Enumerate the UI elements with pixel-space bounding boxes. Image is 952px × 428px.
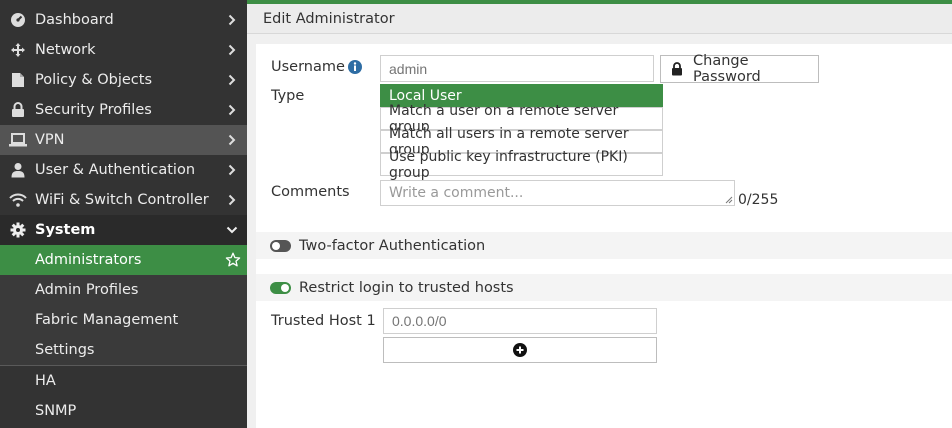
chevron-right-icon: [225, 74, 239, 86]
comments-textarea[interactable]: Write a comment...: [380, 180, 735, 206]
change-password-button[interactable]: Change Password: [660, 53, 819, 85]
sidebar-item-label: Network: [35, 42, 96, 58]
restrict-login-label: Restrict login to trusted hosts: [299, 279, 514, 296]
gear-icon: [8, 221, 28, 239]
wifi-icon: [8, 191, 28, 209]
sidebar-subitem-fabric-management[interactable]: Fabric Management: [0, 305, 247, 335]
restrict-login-section[interactable]: Restrict login to trusted hosts: [256, 274, 952, 301]
dashboard-icon: [8, 11, 28, 29]
add-trusted-host-button[interactable]: [383, 337, 657, 363]
resize-handle-icon[interactable]: [725, 196, 733, 204]
sidebar-item-label: Dashboard: [35, 12, 114, 28]
sidebar-item-system[interactable]: System: [0, 215, 247, 245]
chevron-right-icon: [225, 134, 239, 146]
change-password-label: Change Password: [693, 53, 761, 85]
chevron-down-icon: [225, 226, 239, 234]
sidebar-subitem-admin-profiles[interactable]: Admin Profiles: [0, 275, 247, 305]
trusted-host-label: Trusted Host 1: [271, 313, 376, 329]
chevron-right-icon: [225, 164, 239, 176]
plus-circle-icon: [513, 343, 527, 357]
two-factor-section[interactable]: Two-factor Authentication: [256, 232, 952, 259]
network-icon: [8, 41, 28, 59]
sidebar-item-label: User & Authentication: [35, 162, 196, 178]
type-label: Type: [271, 88, 305, 104]
sidebar-subitem-label: Admin Profiles: [35, 282, 139, 298]
sidebar-subitem-label: Fabric Management: [35, 312, 179, 328]
sidebar-item-label: Security Profiles: [35, 102, 152, 118]
sidebar-item-dashboard[interactable]: Dashboard: [0, 5, 247, 35]
sidebar-item-network[interactable]: Network: [0, 35, 247, 65]
sidebar-item-wifi-switch-controller[interactable]: WiFi & Switch Controller: [0, 185, 247, 215]
comments-label: Comments: [271, 184, 350, 200]
type-option-pki-group[interactable]: Use public key infrastructure (PKI) grou…: [380, 149, 663, 181]
lock-icon: [671, 62, 683, 76]
comments-placeholder: Write a comment...: [389, 185, 524, 201]
sidebar-item-label: VPN: [35, 132, 65, 148]
chevron-right-icon: [225, 194, 239, 206]
policy-icon: [8, 71, 28, 89]
comments-counter: 0/255: [738, 192, 779, 208]
sidebar-subitem-ha[interactable]: HA: [0, 366, 247, 396]
sidebar-item-label: System: [35, 222, 96, 238]
sidebar-subitem-label: Administrators: [35, 252, 142, 268]
sidebar-subitem-snmp[interactable]: SNMP: [0, 396, 247, 426]
sidebar-subitem-label: Settings: [35, 342, 95, 358]
star-icon[interactable]: [225, 252, 241, 268]
chevron-right-icon: [225, 104, 239, 116]
user-icon: [8, 161, 28, 179]
laptop-icon: [8, 131, 28, 149]
sidebar-subitem-settings[interactable]: Settings: [0, 335, 247, 365]
sidebar-item-user-authentication[interactable]: User & Authentication: [0, 155, 247, 185]
sidebar-item-label: WiFi & Switch Controller: [35, 192, 209, 208]
sidebar-item-security-profiles[interactable]: Security Profiles: [0, 95, 247, 125]
chevron-right-icon: [225, 14, 239, 26]
sidebar-item-label: Policy & Objects: [35, 72, 153, 88]
trusted-host-input[interactable]: [383, 308, 657, 334]
page-header: Edit Administrator: [247, 4, 952, 34]
sidebar-item-policy-objects[interactable]: Policy & Objects: [0, 65, 247, 95]
chevron-right-icon: [225, 44, 239, 56]
lock-icon: [8, 101, 28, 119]
restrict-login-toggle[interactable]: [270, 281, 291, 294]
page-title: Edit Administrator: [263, 10, 395, 27]
sidebar-subitem-label: HA: [35, 373, 56, 389]
sidebar-subitem-label: SNMP: [35, 403, 77, 419]
username-input[interactable]: [380, 55, 654, 82]
sidebar-item-vpn[interactable]: VPN: [0, 125, 247, 155]
username-label: Username: [271, 59, 345, 75]
sidebar-subitem-administrators[interactable]: Administrators: [0, 245, 247, 275]
info-icon[interactable]: [348, 60, 362, 74]
sidebar: Dashboard Network Policy & Objects Secur…: [0, 0, 247, 428]
two-factor-toggle[interactable]: [270, 239, 291, 252]
two-factor-label: Two-factor Authentication: [299, 237, 486, 254]
